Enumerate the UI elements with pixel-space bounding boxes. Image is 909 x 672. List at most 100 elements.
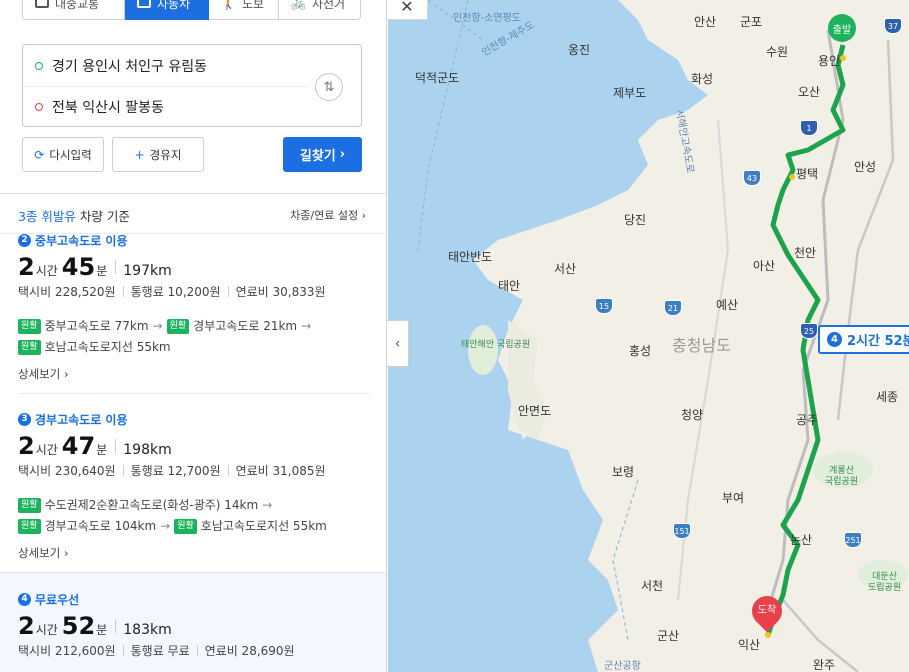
route-time: 2 시간 52 분 183km <box>18 612 172 640</box>
map-label: 안성 <box>854 160 877 174</box>
traffic-badge: 원활 <box>18 498 41 513</box>
map-label: 용인 <box>818 54 841 68</box>
map-label: 청양 <box>681 408 704 422</box>
map-label: 예산 <box>716 298 739 312</box>
walk-icon: 🚶 <box>221 0 236 10</box>
map-label: 논산 <box>790 533 813 547</box>
map-region-label: 충청남도 <box>672 336 731 355</box>
map-label: 세종 <box>876 390 899 404</box>
map-label: 당진 <box>624 213 647 227</box>
map-label: 오산 <box>798 85 821 99</box>
route-shield: 251 <box>844 532 862 548</box>
route-number-badge: 4 <box>18 592 31 606</box>
map-label: 부여 <box>722 491 745 505</box>
traffic-badge: 원활 <box>18 319 41 334</box>
search-actions: ⟳ 다시입력 + 경유지 길찾기 › <box>22 137 362 172</box>
map-label: 공주 <box>796 413 819 427</box>
vehicle-basis: 3종 휘발유 차량 기준 <box>18 209 130 224</box>
map-label: 안산 <box>694 15 717 29</box>
route-distance: 198km <box>123 442 172 458</box>
arrow-right-icon: → <box>301 319 312 333</box>
arrow-right-icon: → <box>160 519 171 533</box>
route-time-label[interactable]: 4 2시간 52분 <box>818 325 909 354</box>
car-icon <box>137 0 151 8</box>
tab-bike[interactable]: 🚲 자전거 <box>279 0 361 20</box>
tab-walk[interactable]: 🚶 도보 <box>209 0 279 20</box>
route-time: 2 시간 47 분 198km <box>18 432 172 460</box>
park-label: 태안해안 국립공원 <box>461 340 531 350</box>
end-pin-label: 도착 <box>757 605 777 616</box>
route-distance: 183km <box>123 622 172 638</box>
map-label: 서산 <box>554 262 577 276</box>
swap-icon[interactable]: ⇅ <box>315 73 343 101</box>
refresh-icon: ⟳ <box>34 147 45 162</box>
route-title: 중부고속도로 이용 <box>35 233 128 248</box>
bus-icon <box>35 0 49 8</box>
route-number-badge: 3 <box>18 412 31 426</box>
add-waypoint-button[interactable]: + 경유지 <box>112 137 204 172</box>
close-icon[interactable]: ✕ <box>386 0 428 20</box>
route-input-box: 경기 용인시 처인구 유림동 전북 익산시 팔봉동 ⇅ <box>22 44 362 127</box>
arrow-right-icon: → <box>262 498 273 512</box>
route-distance: 197km <box>123 263 172 279</box>
map-label: 태안반도 <box>448 250 493 264</box>
route-roads: 원활 중부고속도로 77km → 원활 경부고속도로 21km → 원활 호남고… <box>18 316 386 358</box>
map-view[interactable]: 출발 도착 4 2시간 52분 안산 군포 수원 용인 화성 오산 옹진 제부도… <box>388 0 909 672</box>
map-label: 군산공항 <box>604 661 641 672</box>
vehicle-settings-link[interactable]: 차종/연료 설정 › <box>290 207 366 223</box>
find-route-button[interactable]: 길찾기 › <box>283 137 362 172</box>
map-label: 홍성 <box>629 344 652 358</box>
traffic-badge: 원활 <box>166 319 190 334</box>
map-label: 덕적군도 <box>415 71 460 85</box>
bike-icon: 🚲 <box>291 0 306 10</box>
route-number-badge: 2 <box>18 233 31 247</box>
route-title: 경부고속도로 이용 <box>35 412 128 427</box>
map-label: 평택 <box>796 167 819 181</box>
map-label: 보령 <box>612 465 635 479</box>
map-label: 안면도 <box>518 404 552 418</box>
collapse-panel-icon[interactable]: ‹ <box>387 320 409 367</box>
directions-panel: 대중교통 자동차 🚶 도보 🚲 자전거 경기 용인시 처인구 유림동 전북 익산… <box>0 0 387 672</box>
end-input[interactable]: 전북 익산시 팔봉동 <box>23 86 307 127</box>
route-option-2[interactable]: 2 중부고속도로 이용 2 시간 45 분 197km 택시비 228,520원… <box>0 232 386 394</box>
map-label: 군산 <box>657 629 680 643</box>
tab-car[interactable]: 자동차 <box>125 0 209 20</box>
detail-link[interactable]: 상세보기 › <box>18 545 386 561</box>
route-title: 무료우선 <box>35 592 80 607</box>
map-label: 제부도 <box>613 86 647 100</box>
start-dot-icon <box>35 61 43 70</box>
park-label: 계룡산 국립공원 <box>825 466 859 487</box>
route-shield: 25 <box>800 323 818 339</box>
start-pin[interactable]: 출발 <box>828 14 856 42</box>
divider <box>0 193 386 194</box>
park-label: 대둔산 도립공원 <box>868 572 902 593</box>
route-fees: 택시비 230,640원 통행료 12,700원 연료비 31,085원 <box>18 464 326 478</box>
arrow-right-icon: → <box>152 319 163 333</box>
route-number-badge: 4 <box>827 332 842 347</box>
route-option-3[interactable]: 3 경부고속도로 이용 2 시간 47 분 198km 택시비 230,640원… <box>0 411 386 573</box>
route-shield: 15 <box>595 298 613 314</box>
transport-mode-tabs: 대중교통 자동차 🚶 도보 🚲 자전거 <box>22 0 361 20</box>
map-label: 화성 <box>691 72 714 86</box>
chevron-right-icon: › <box>339 147 346 162</box>
map-label: 서천 <box>641 579 664 593</box>
map-label: 완주 <box>813 658 836 672</box>
route-option-4[interactable]: 4 무료우선 2 시간 52 분 183km 택시비 212,600원 통행료 … <box>0 572 386 672</box>
route-shield: 1 <box>800 120 818 136</box>
reset-button[interactable]: ⟳ 다시입력 <box>22 137 104 172</box>
route-fees: 택시비 212,600원 통행료 무료 연료비 28,690원 <box>18 644 295 658</box>
route-roads: 원활 수도권제2순환고속도로(화성-광주) 14km → 원활 경부고속도로 1… <box>18 495 386 537</box>
start-input[interactable]: 경기 용인시 처인구 유림동 <box>23 45 361 86</box>
detail-link[interactable]: 상세보기 › <box>18 366 386 382</box>
map-label: 천안 <box>794 246 817 260</box>
map-label: 수원 <box>766 45 789 59</box>
ferry-label: 인천항-소연평도 <box>453 13 522 24</box>
map-label: 익산 <box>738 638 761 652</box>
map-label: 태안 <box>498 279 521 293</box>
end-dot-icon <box>35 103 43 111</box>
route-time: 2 시간 45 분 197km <box>18 253 172 281</box>
tab-transit[interactable]: 대중교통 <box>22 0 125 20</box>
route-shield: 21 <box>664 300 682 316</box>
map-label: 군포 <box>740 15 763 29</box>
traffic-badge: 원활 <box>18 519 41 534</box>
